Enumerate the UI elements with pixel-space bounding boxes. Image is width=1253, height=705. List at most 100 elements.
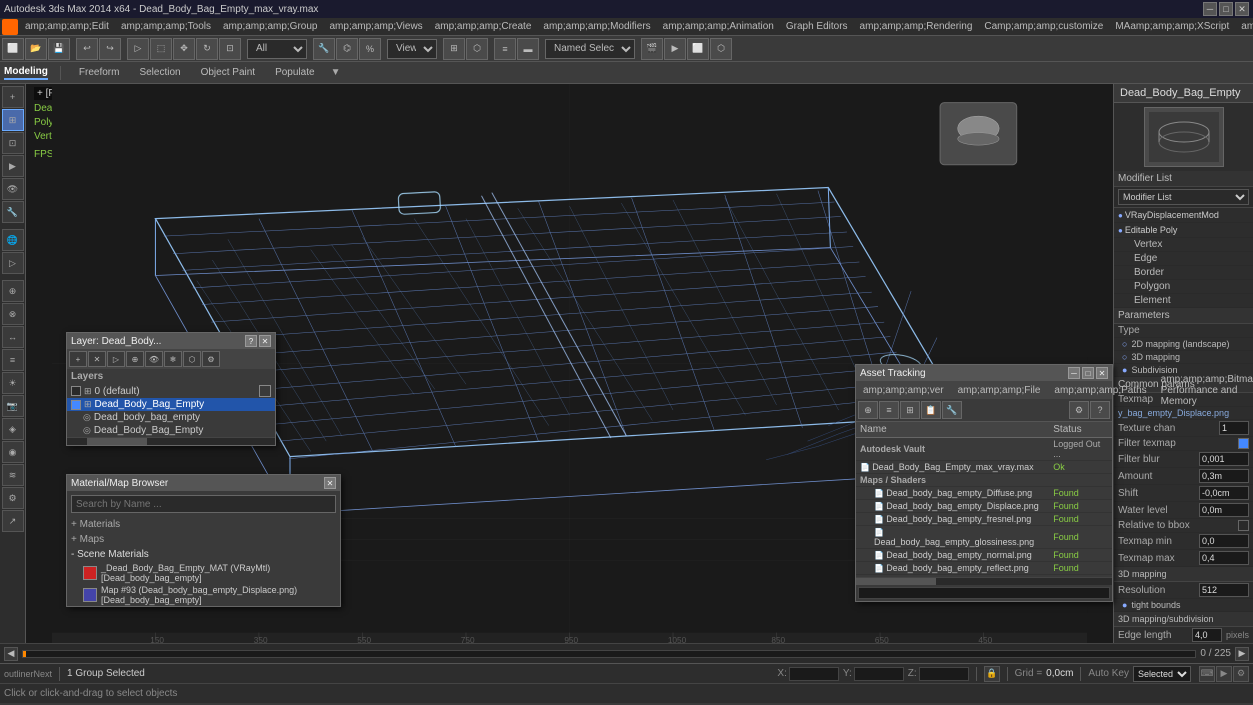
mat-item-2[interactable]: Map #93 (Dead_body_bag_empty_Displace.pn… [67,584,340,606]
modifier-dropdown[interactable]: Modifier List [1118,189,1249,205]
menu-script[interactable]: MAamp;amp;amp;XScript [1110,20,1234,33]
motion-icon[interactable]: ▶ [2,155,24,177]
layer-render-btn[interactable]: ⬡ [183,351,201,367]
material-icon[interactable]: ◈ [2,418,24,440]
menu-tools[interactable]: amp;amp;amp;Tools [116,20,216,33]
tight-bounds-radio[interactable]: ● [1122,600,1127,610]
menu-animation[interactable]: amp;amp;amp;Animation [658,20,779,33]
layer-settings-btn[interactable]: ⚙ [202,351,220,367]
display-icon[interactable]: 👁 [2,178,24,200]
menu-customize[interactable]: Camp;amp;amp;customize [979,20,1108,33]
minimize-btn[interactable]: ─ [1203,2,1217,16]
spacewarps-icon[interactable]: ≋ [2,464,24,486]
layer-checkbox-bag-empty[interactable] [71,400,81,410]
resolution-input[interactable] [1199,583,1249,597]
percent-snap-btn[interactable]: % [359,38,381,60]
asset-table-row[interactable]: 📄 Dead_body_bag_empty_fresnel.pngFound [856,513,1112,526]
asset-close-btn[interactable]: ✕ [1096,367,1108,379]
asset-table-row[interactable]: Autodesk VaultLogged Out ... [856,438,1112,461]
filter-texmap-checkbox[interactable] [1238,438,1249,449]
create-icon[interactable]: + [2,86,24,108]
asset-scrollbar-thumb[interactable] [856,578,936,585]
title-controls[interactable]: ─ □ ✕ [1203,2,1249,16]
menu-edit[interactable]: amp;amp;amp;Edit [20,20,114,33]
play-btn[interactable]: ▶ [1216,666,1232,682]
utilities-icon[interactable]: 🔧 [2,201,24,223]
filter-texmap-row[interactable]: Filter texmap [1114,437,1253,451]
mapping-2d-radio[interactable]: ○ [1122,339,1127,349]
asset-scrollbar[interactable] [856,577,1112,585]
asset-menu-ver[interactable]: amp;amp;amp;ver [860,385,947,396]
mapping-2d-row[interactable]: ○ 2D mapping (landscape) [1114,338,1253,351]
scale-btn[interactable]: ⊡ [219,38,241,60]
tab-freeform[interactable]: Freeform [73,67,126,78]
modifier-border[interactable]: Border [1114,266,1253,280]
hierarchy-icon[interactable]: ⊡ [2,132,24,154]
asset-table-row[interactable]: 📄 Dead_Body_Bag_Empty_max_vray.maxOk [856,461,1112,474]
layer-scrollbar[interactable] [67,437,275,445]
mat-panel-close[interactable]: ✕ [324,477,336,489]
key-icon[interactable]: ⌨ [1199,666,1215,682]
mat-section-scene[interactable]: - Scene Materials [67,547,340,562]
amount-input[interactable] [1199,469,1249,483]
mapping-3d-row[interactable]: ○ 3D mapping [1114,351,1253,364]
new-btn[interactable]: ⬜ [2,38,24,60]
render-interactive-btn[interactable]: ⬡ [710,38,732,60]
modifier-polygon[interactable]: Polygon [1114,280,1253,294]
asset-menu-bitmap[interactable]: amp;amp;amp;Bitmap Performance and Memor… [1158,374,1253,407]
close-btn[interactable]: ✕ [1235,2,1249,16]
outliner-next-btn[interactable]: outlinerNext [4,669,52,679]
asset-btn3[interactable]: ⊞ [900,401,920,419]
timeline-scrubber[interactable] [22,650,1196,658]
asset-btn5[interactable]: 🔧 [942,401,962,419]
tight-bounds-row[interactable]: ● tight bounds [1114,599,1253,612]
settings-icon[interactable]: ⚙ [1233,666,1249,682]
snap-btn[interactable]: 🔧 [313,38,335,60]
layer-row-default[interactable]: ⊞ 0 (default) [67,384,275,398]
texture-chan-input[interactable] [1219,421,1249,435]
mat-item-1[interactable]: _Dead_Body_Bag_Empty_MAT (VRayMtl) [Dead… [67,562,340,584]
asset-maximize-btn[interactable]: □ [1082,367,1094,379]
water-level-input[interactable] [1199,503,1249,517]
layer-color-default[interactable] [259,385,271,397]
layer-panel-question[interactable]: ? [245,335,257,347]
z-input[interactable] [919,667,969,681]
mat-search-input[interactable] [71,495,336,513]
mirror-btn[interactable]: ⬡ [466,38,488,60]
asset-table-row[interactable]: 📄 Dead_body_bag_empty_glossiness.pngFoun… [856,526,1112,549]
angle-snap-btn[interactable]: ⌬ [336,38,358,60]
tab-object-paint[interactable]: Object Paint [195,67,261,78]
named-select-dropdown[interactable]: Named Select... [545,39,635,59]
light-icon[interactable]: ☀ [2,372,24,394]
asset-table-row[interactable]: 📄 Dead_body_bag_empty_Diffuse.pngFound [856,487,1112,500]
helpers-icon[interactable]: ◉ [2,441,24,463]
modifier-vray-displace[interactable]: ● VRayDisplacementMod [1114,208,1253,223]
layer-panel-header[interactable]: Layer: Dead_Body... ? ✕ [67,333,275,349]
scene-icon[interactable]: 🌐 [2,229,24,251]
texmap-name[interactable]: y_bag_empty_Displace.png [1114,407,1253,420]
save-btn[interactable]: 💾 [48,38,70,60]
render-btn[interactable]: ▶ [664,38,686,60]
render-frame-btn[interactable]: ⬜ [687,38,709,60]
next-frame-btn[interactable]: ▶ [1235,647,1249,661]
lock-icon[interactable]: 🔒 [984,666,1000,682]
asset-btn4[interactable]: 📋 [921,401,941,419]
layer-row-item2[interactable]: ◎ Dead_Body_Bag_Empty [67,424,275,437]
select-icon[interactable]: ▷ [2,252,24,274]
view-dropdown[interactable]: View [387,39,437,59]
snap-a-icon[interactable]: ⊗ [2,303,24,325]
camera-icon[interactable]: 📷 [2,395,24,417]
subdivision-radio[interactable]: ● [1122,365,1127,375]
layer-panel-close[interactable]: ✕ [259,335,271,347]
layer-freeze-btn[interactable]: ❄ [164,351,182,367]
layer-row-item1[interactable]: ◎ Dead_body_bag_empty [67,411,275,424]
xref-icon[interactable]: ↗ [2,510,24,532]
asset-minimize-btn[interactable]: ─ [1068,367,1080,379]
layer-del-btn[interactable]: ✕ [88,351,106,367]
modify-icon[interactable]: ⊞ [2,109,24,131]
modifier-vertex[interactable]: Vertex [1114,238,1253,252]
asset-table-row[interactable]: Maps / Shaders [856,474,1112,487]
asset-btn1[interactable]: ⊕ [858,401,878,419]
y-input[interactable] [854,667,904,681]
move-btn[interactable]: ✥ [173,38,195,60]
